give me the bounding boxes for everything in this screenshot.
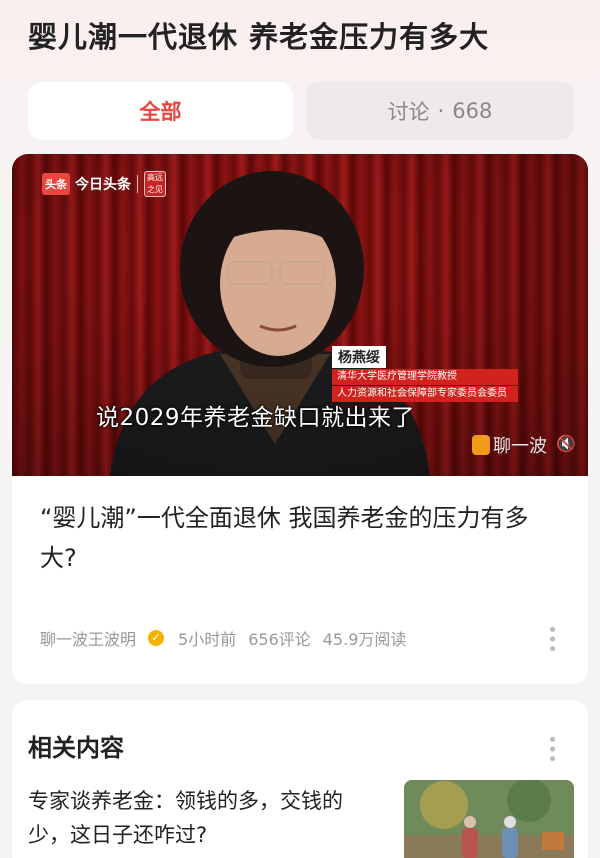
tab-discuss[interactable]: 讨论 · 668 — [306, 82, 574, 140]
article-card[interactable]: 头条 今日头条 高远 之见 杨燕绥 清华大学医疗管理学院教授 人力资源和社会保障部… — [12, 154, 588, 684]
publish-time: 5小时前 — [178, 630, 237, 649]
tab-discuss-label: 讨论 — [387, 100, 430, 124]
related-title: 相关内容 — [28, 734, 124, 762]
mute-icon[interactable]: 🔇 — [556, 434, 576, 453]
video-subtitle: 说2029年养老金缺口就出来了 — [96, 405, 416, 431]
watermark-text: 聊一波 — [493, 436, 547, 457]
article-meta: 聊一波王波明 ✓ 5小时前 656评论 45.9万阅读 — [40, 626, 418, 650]
tab-all[interactable]: 全部 — [28, 82, 293, 140]
more-dots-icon[interactable]: ••• — [541, 624, 562, 653]
tab-separator: · — [437, 99, 445, 123]
verified-badge-icon: ✓ — [148, 630, 165, 646]
video-player[interactable]: 头条 今日头条 高远 之见 杨燕绥 清华大学医疗管理学院教授 人力资源和社会保障部… — [12, 154, 588, 476]
page-title: 婴儿潮一代退休 养老金压力有多大 — [28, 20, 490, 54]
related-thumbnail[interactable] — [404, 780, 574, 858]
source-logo: 头条 今日头条 高远 之见 — [42, 171, 166, 197]
tab-all-label: 全部 — [139, 100, 182, 124]
play-pause-icon[interactable] — [472, 435, 490, 455]
more-dots-icon[interactable]: ••• — [541, 734, 562, 763]
comment-count: 656评论 — [248, 630, 311, 649]
speaker-role-1: 清华大学医疗管理学院教授 — [332, 369, 518, 385]
logo-divider — [137, 175, 138, 193]
read-count: 45.9万阅读 — [322, 630, 407, 649]
article-headline[interactable]: “婴儿潮”一代全面退休 我国养老金的压力有多大? — [40, 498, 560, 578]
speaker-name: 杨燕绥 — [332, 346, 386, 368]
tab-bar: 全部 讨论 · 668 — [28, 82, 574, 140]
channel-watermark: 聊一波 — [472, 432, 547, 458]
seal-logo: 高远 之见 — [144, 171, 166, 197]
related-item-text[interactable]: 专家谈养老金：领钱的多，交钱的少，这日子还咋过? — [28, 784, 378, 852]
thumbnail-image — [404, 780, 574, 858]
speaker-name-tag: 杨燕绥 清华大学医疗管理学院教授 人力资源和社会保障部专家委员会委员 — [332, 346, 518, 402]
toutiao-badge: 头条 — [42, 173, 70, 195]
source-name: 今日头条 — [75, 177, 131, 193]
related-section: 相关内容 ••• 专家谈养老金：领钱的多，交钱的少，这日子还咋过? — [12, 700, 588, 858]
tab-discuss-count: 668 — [452, 99, 493, 123]
author-name[interactable]: 聊一波王波明 — [40, 626, 136, 650]
